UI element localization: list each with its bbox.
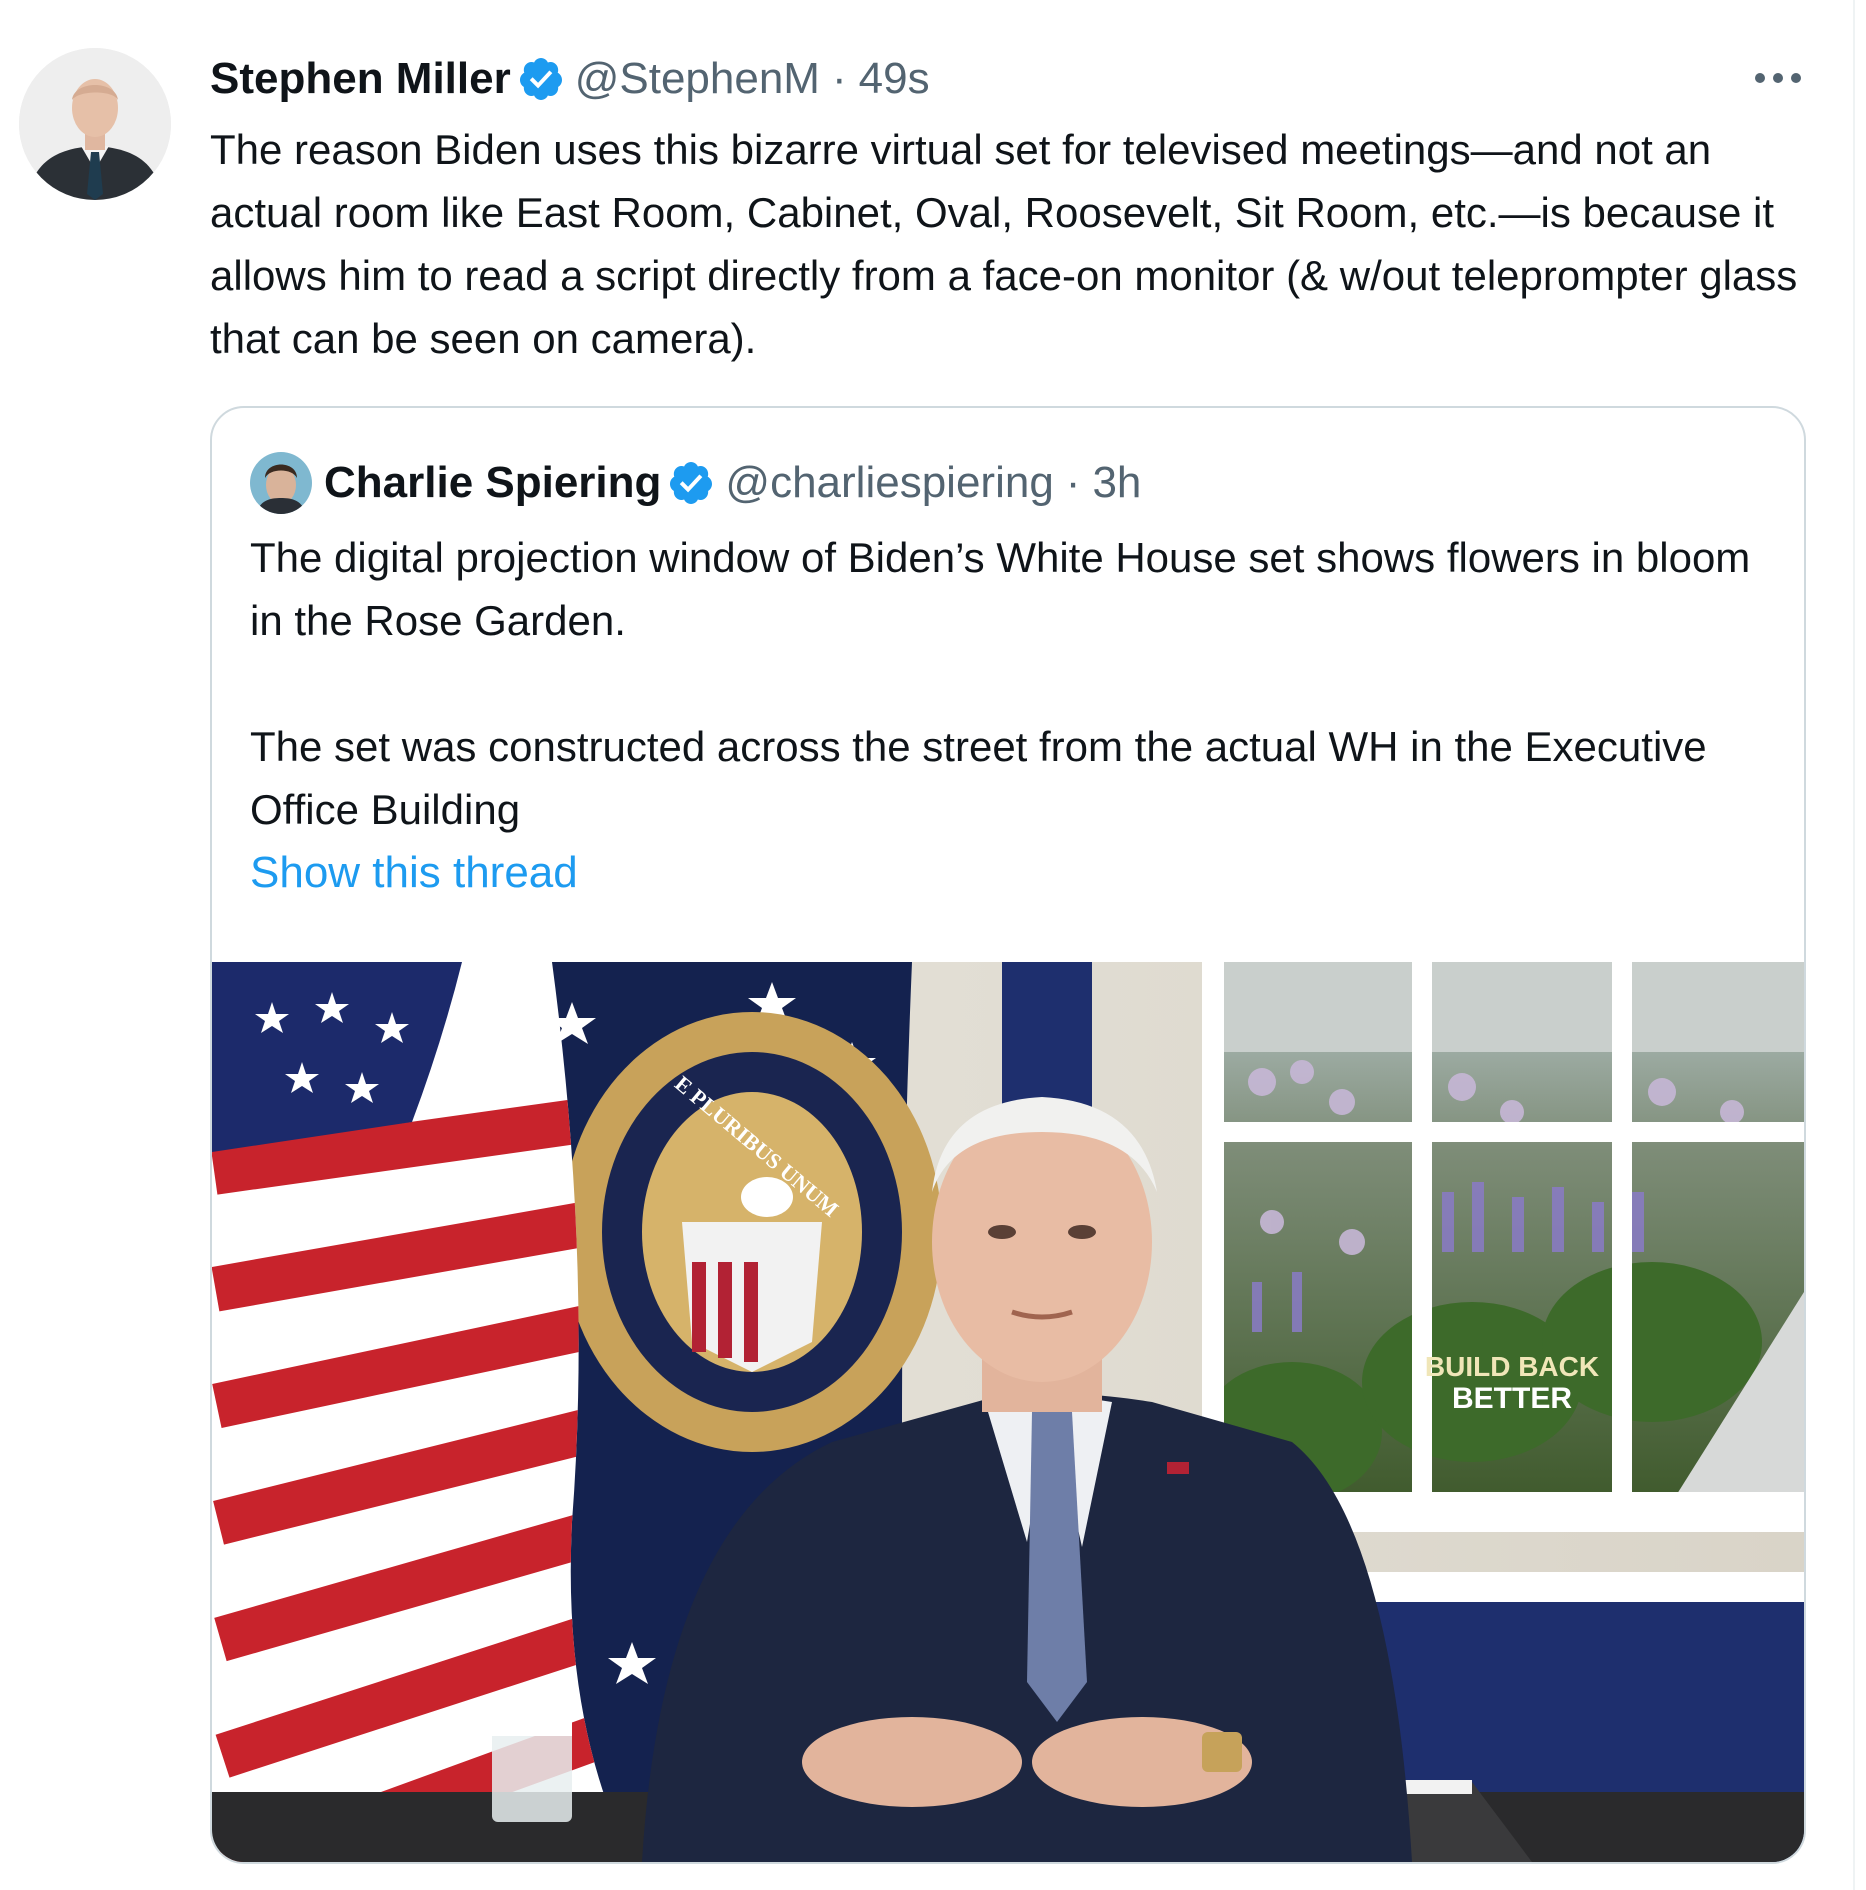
show-thread-link[interactable]: Show this thread bbox=[250, 848, 578, 898]
tweet-photo: BUILD BACK BETTER E PLURIBUS UNUM bbox=[212, 962, 1804, 1862]
quoted-tweet-header: Charlie Spiering @charliespiering · 3h bbox=[250, 452, 1141, 514]
author-handle[interactable]: @StephenM bbox=[575, 54, 820, 104]
ellipsis-icon bbox=[1755, 73, 1801, 83]
meta-separator: · bbox=[831, 54, 847, 103]
author-name[interactable]: Stephen Miller bbox=[210, 54, 511, 104]
profile-photo bbox=[250, 452, 312, 514]
author-avatar[interactable] bbox=[19, 48, 171, 200]
quoted-author-avatar[interactable] bbox=[250, 452, 312, 514]
window-caption-line1: BUILD BACK bbox=[1425, 1351, 1599, 1382]
quoted-tweet-text: The digital projection window of Biden’s… bbox=[250, 534, 1751, 833]
quoted-author-handle[interactable]: @charliespiering bbox=[725, 458, 1053, 508]
tweet-timestamp[interactable]: 49s bbox=[859, 54, 930, 104]
profile-photo bbox=[19, 48, 171, 200]
quoted-author-name[interactable]: Charlie Spiering bbox=[324, 458, 661, 508]
window-caption-line2: BETTER bbox=[1452, 1382, 1572, 1415]
quoted-tweet-card[interactable]: Charlie Spiering @charliespiering · 3h T… bbox=[210, 406, 1806, 1864]
quoted-tweet-media[interactable]: BUILD BACK BETTER E PLURIBUS UNUM bbox=[212, 962, 1804, 1862]
quoted-tweet-timestamp[interactable]: 3h bbox=[1092, 458, 1141, 508]
meta-separator: · bbox=[1065, 458, 1081, 507]
tweet-header: Stephen Miller @StephenM · 49s bbox=[210, 50, 930, 108]
column-divider bbox=[1853, 0, 1855, 1890]
more-options-button[interactable] bbox=[1748, 56, 1808, 100]
verified-badge-icon bbox=[670, 462, 713, 504]
tweet-text: The reason Biden uses this bizarre virtu… bbox=[210, 126, 1809, 362]
verified-badge-icon bbox=[519, 58, 562, 100]
